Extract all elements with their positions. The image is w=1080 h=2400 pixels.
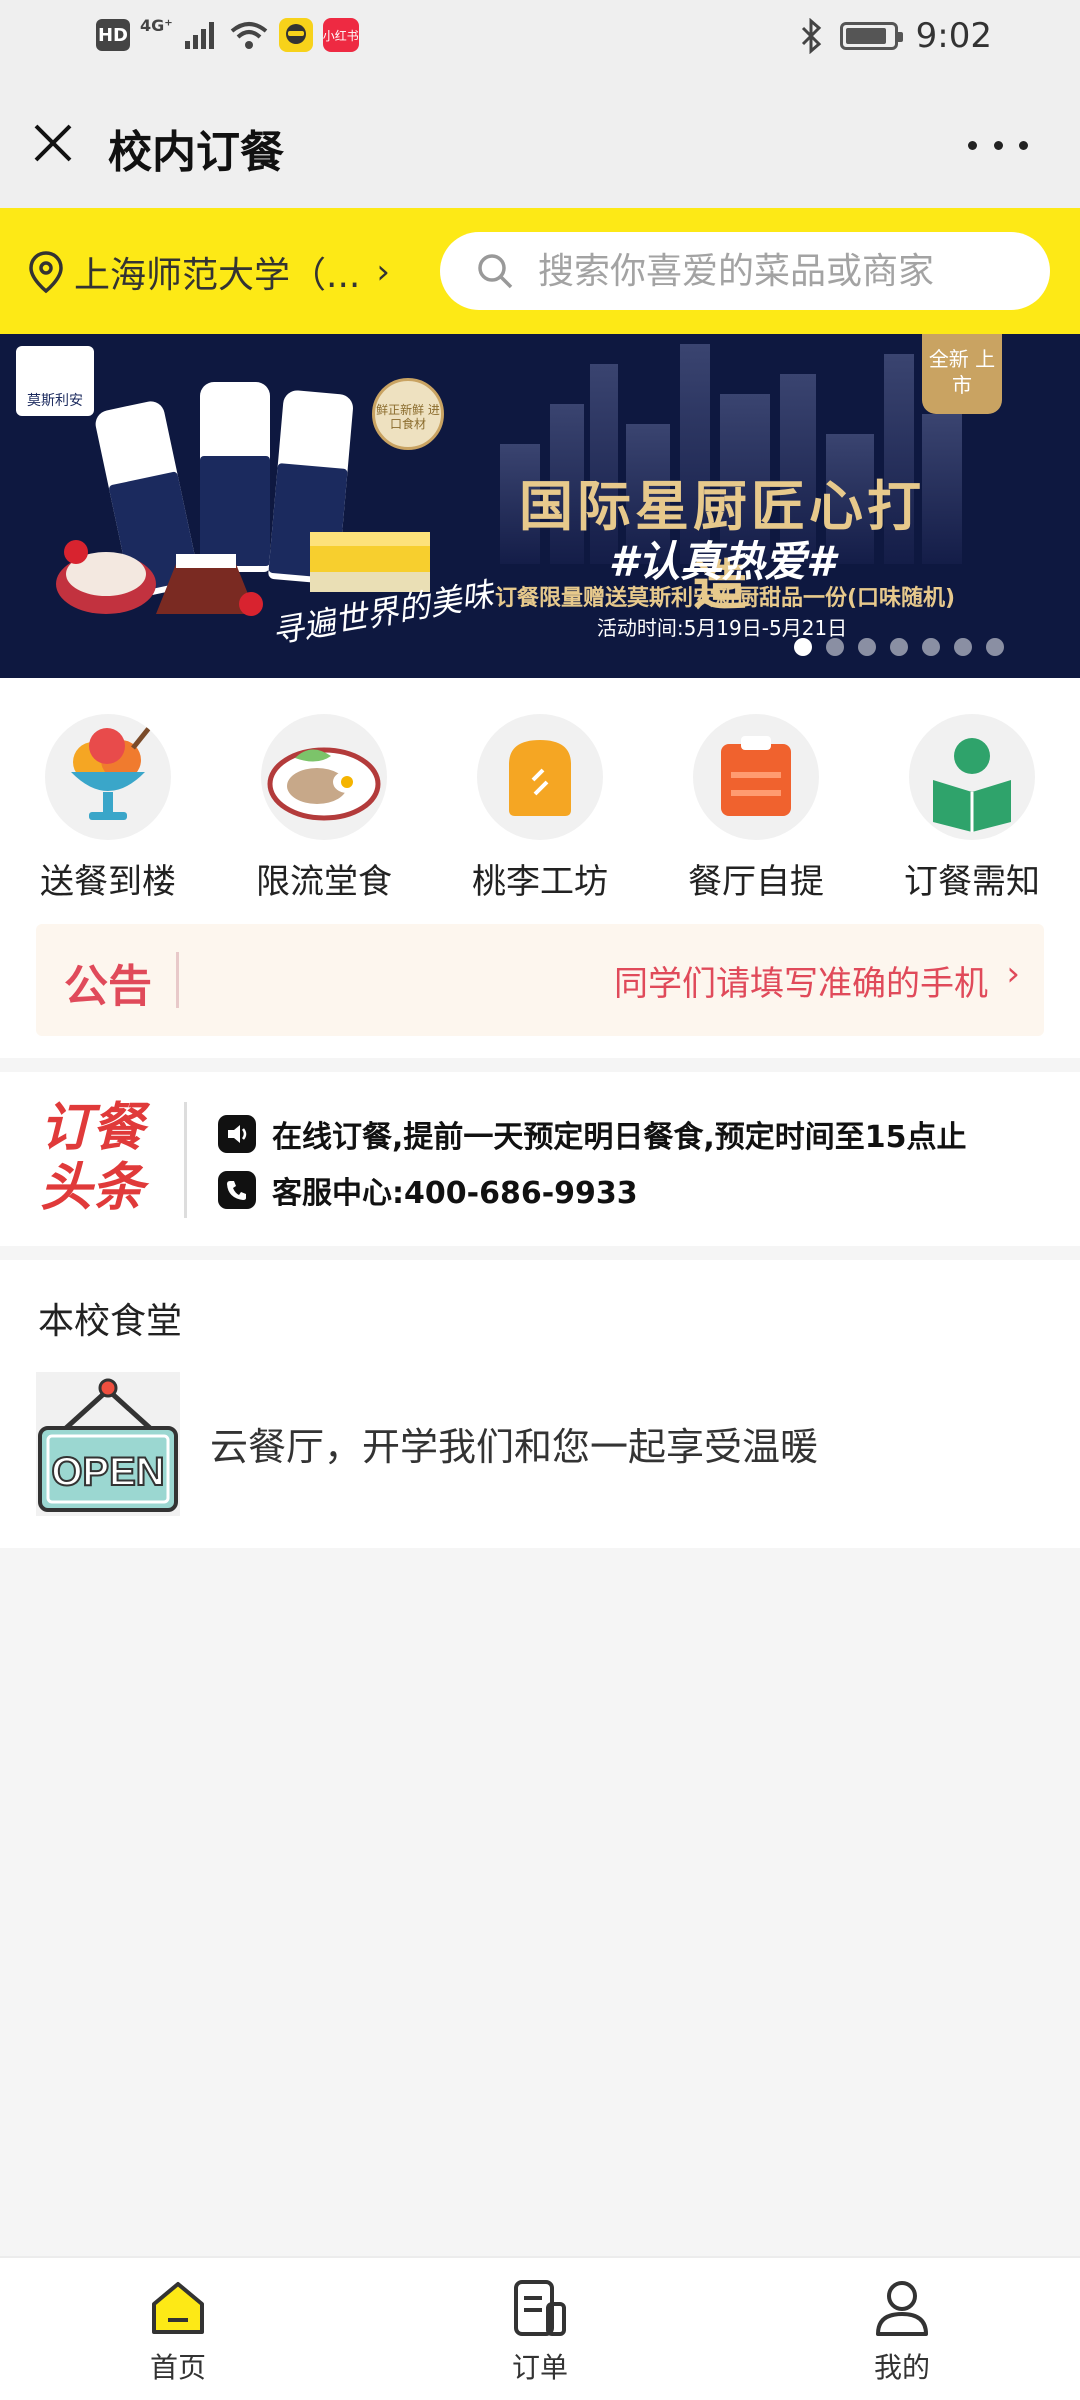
tab-profile[interactable]: 我的 [792, 2258, 1012, 2400]
tab-home[interactable]: 首页 [68, 2258, 288, 2400]
category-bakery[interactable]: 桃李工坊 [440, 714, 640, 903]
bag-icon [693, 714, 819, 840]
headline-item: 在线订餐,提前一天预定明日餐食,预定时间至15点止 [218, 1112, 967, 1156]
brand-name: 莫斯利安 [27, 393, 83, 409]
canteen-section: 本校食堂 OPEN 云餐厅，开学我们和您一起享受温暖 [0, 1260, 1080, 1548]
home-icon [146, 2276, 210, 2340]
category-label: 送餐到楼 [40, 862, 176, 902]
headline-text: 客服中心:400-686-9933 [272, 1176, 638, 1211]
brand-logo: 莫斯利安 [16, 346, 94, 416]
more-dot [993, 140, 1003, 150]
open-sign-image[interactable]: OPEN [36, 1372, 180, 1516]
title-bar: 校内订餐 [0, 78, 1080, 208]
location-label: 上海师范大学（... [74, 255, 361, 296]
fresh-seal: 鲜正新鲜 进口食材 [372, 378, 444, 450]
category-delivery[interactable]: 送餐到楼 [8, 714, 208, 903]
search-box[interactable] [440, 232, 1050, 310]
chevron-right-icon: › [376, 252, 390, 292]
search-icon [478, 254, 513, 289]
ice-cream-icon [45, 714, 171, 840]
carousel-dot[interactable] [826, 638, 844, 656]
headline-item: 客服中心:400-686-9933 [218, 1168, 638, 1212]
speaker-icon [218, 1115, 256, 1153]
location-search-bar: 上海师范大学（... › [0, 208, 1080, 334]
hd-icon: HD [96, 19, 130, 51]
canteen-name[interactable]: 云餐厅，开学我们和您一起享受温暖 [210, 1416, 818, 1471]
close-icon [34, 124, 72, 162]
carousel-dot[interactable] [890, 638, 908, 656]
banner-promo: 订餐限量赠送莫斯利安新厨甜品一份(口味随机) [494, 586, 956, 611]
page-title: 校内订餐 [108, 127, 284, 178]
more-dot [968, 140, 977, 150]
wifi-icon [230, 22, 267, 49]
location-pin-icon [29, 251, 63, 294]
category-pickup[interactable]: 餐厅自提 [656, 714, 856, 903]
order-headline[interactable]: 订餐 头条 在线订餐,提前一天预定明日餐食,预定时间至15点止 客服中心:400… [0, 1072, 1080, 1246]
clock: 9:02 [915, 16, 992, 56]
network-label: 4G⁺ [140, 15, 173, 35]
status-left: HD 4G⁺ 小红书 [96, 15, 359, 52]
category-label: 限流堂食 [256, 862, 392, 902]
headline-logo-line1: 订餐 [40, 1098, 145, 1158]
announcement-divider [176, 952, 179, 1008]
category-label: 订餐需知 [904, 862, 1040, 902]
location-selector[interactable]: 上海师范大学（... › [28, 246, 390, 298]
announcement-tag: 公告 [64, 961, 152, 1012]
close-button[interactable] [28, 118, 78, 168]
app-notification-icon [278, 18, 313, 52]
status-bar: HD 4G⁺ 小红书 9:02 [0, 0, 1080, 78]
promo-banner[interactable]: 莫斯利安 全新 上市 鲜正新鲜 进口食材 寻遍世界的美味 国际星厨匠心打造 #认… [0, 334, 1080, 678]
more-button[interactable] [968, 130, 1028, 160]
open-sign-text: OPEN [51, 1450, 164, 1494]
bottom-tab-bar: 首页 订单 我的 [0, 2256, 1080, 2400]
signal-icon [184, 22, 214, 49]
headline-text: 在线订餐,提前一天预定明日餐食,预定时间至15点止 [272, 1120, 967, 1155]
tab-label: 首页 [149, 2351, 206, 2384]
search-input[interactable] [538, 250, 1018, 292]
section-title: 本校食堂 [38, 1301, 183, 1342]
category-section: 送餐到楼 限流堂食 桃李工坊 餐厅自提 订餐需知 公告 同学们请填写准确的手机 … [0, 678, 1080, 1058]
announcement-bar[interactable]: 公告 同学们请填写准确的手机 › [36, 924, 1044, 1036]
headline-divider [184, 1102, 187, 1218]
bluetooth-icon [801, 18, 821, 54]
battery-icon [839, 22, 903, 50]
reading-icon [909, 714, 1035, 840]
status-right: 9:02 [800, 16, 992, 56]
new-badge: 全新 上市 [922, 334, 1002, 414]
cakes-graphic [56, 540, 263, 616]
carousel-dot[interactable] [858, 638, 876, 656]
carousel-dot[interactable] [922, 638, 940, 656]
plate-icon [261, 714, 387, 840]
carousel-dots[interactable] [794, 638, 1004, 656]
more-dot [1019, 140, 1028, 150]
headline-logo: 订餐 头条 [40, 1098, 144, 1218]
announcement-text: 同学们请填写准确的手机 [614, 964, 988, 1004]
tab-orders[interactable]: 订单 [430, 2258, 650, 2400]
banner-dates: 活动时间:5月19日-5月21日 [596, 616, 848, 640]
category-label: 桃李工坊 [472, 862, 608, 902]
tab-label: 订单 [511, 2351, 568, 2384]
bread-icon [477, 714, 603, 840]
order-icon [508, 2276, 572, 2340]
phone-icon [218, 1171, 256, 1209]
category-dine-in[interactable]: 限流堂食 [224, 714, 424, 903]
carousel-dot[interactable] [986, 638, 1004, 656]
carousel-dot[interactable] [954, 638, 972, 656]
carousel-dot[interactable] [794, 638, 812, 656]
xiaohongshu-icon: 小红书 [322, 18, 359, 52]
headline-logo-line2: 头条 [40, 1158, 145, 1218]
profile-icon [870, 2276, 934, 2340]
category-label: 餐厅自提 [688, 862, 824, 902]
category-guide[interactable]: 订餐需知 [872, 714, 1072, 903]
chevron-right-icon: › [1006, 954, 1020, 994]
tab-label: 我的 [873, 2351, 930, 2384]
